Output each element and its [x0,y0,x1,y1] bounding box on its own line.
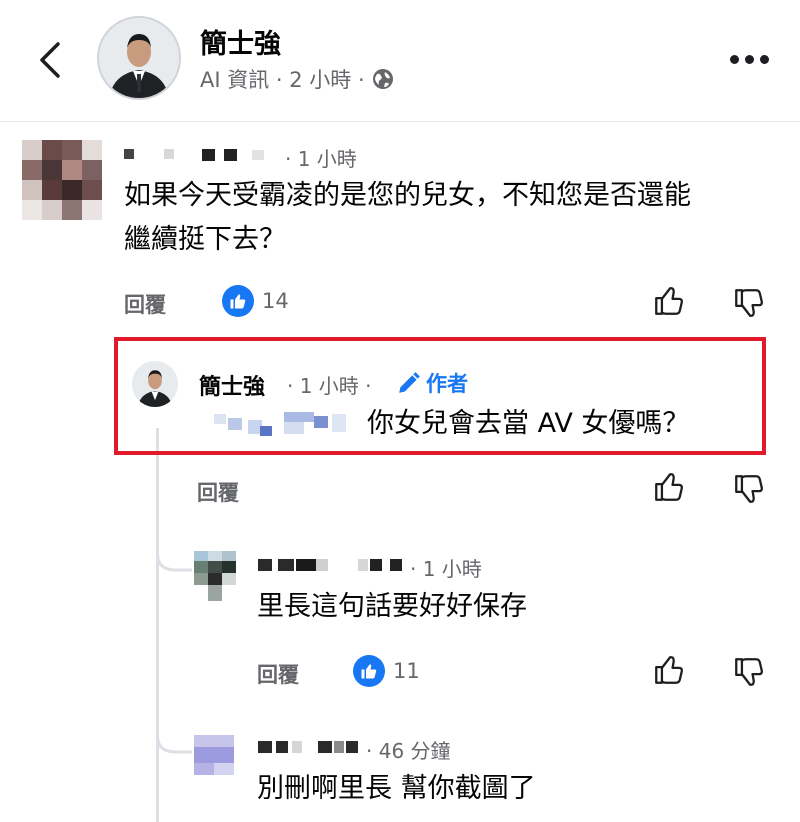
like-count: 11 [393,659,420,683]
thumbs-down-icon[interactable] [732,472,766,506]
author-avatar[interactable] [132,361,178,407]
like-count: 14 [262,289,289,313]
thumbs-up-icon[interactable] [652,470,686,504]
post-meta: AI 資訊 · 2 小時 · [200,64,395,94]
pencil-icon [399,372,420,393]
page-title[interactable]: 簡士強 [200,22,281,61]
comment-time: · 1 小時 · [287,374,372,398]
page-avatar[interactable] [97,16,181,100]
author-name[interactable]: 簡士強 [199,369,265,401]
thumbs-down-icon[interactable] [732,655,766,689]
reply-button[interactable]: 回覆 [124,289,166,319]
thumbs-down-icon[interactable] [732,286,766,320]
reply-button[interactable]: 回覆 [197,477,239,507]
comment-time: · 1 小時 [285,147,357,171]
commenter-name-redacted[interactable] [258,738,368,756]
thumbs-up-icon[interactable] [652,653,686,687]
commenter-avatar-pixelated[interactable] [194,551,236,601]
comment-text-line: 如果今天受霸凌的是您的兒女，不知您是否還能 [124,180,691,211]
person-photo [99,18,179,98]
mention-redacted[interactable] [214,408,364,438]
more-horizontal-icon [730,54,739,64]
post-meta-text: AI 資訊 · 2 小時 · [200,68,365,92]
author-badge-label: 作者 [426,372,468,396]
commenter-avatar-pixelated[interactable] [194,735,234,775]
reply-connector [156,540,192,572]
comment-text: 里長這句話要好好保存 [257,591,527,622]
more-options-button[interactable] [730,52,774,66]
chevron-left-icon [40,42,60,78]
globe-icon [372,69,393,89]
comment-time: · 46 分鐘 [366,739,451,763]
header-divider [0,121,800,122]
reply-button[interactable]: 回覆 [257,659,299,689]
commenter-name-redacted[interactable] [124,146,274,164]
commenter-avatar-pixelated[interactable] [22,140,102,220]
comment-text: 如果今天受霸凌的是您的兒女，不知您是否還能 繼續挺下去？ [124,174,784,262]
author-badge: 作者 [396,368,468,398]
reply-thread-line [156,428,159,822]
comment-time: · 1 小時 [410,557,482,581]
back-button[interactable] [30,38,70,82]
like-icon [353,655,385,687]
like-icon [222,285,254,317]
comment-text: 你女兒會去當 AV 女優嗎？ [367,408,690,439]
reply-connector [156,722,192,754]
commenter-name-redacted[interactable] [258,556,408,574]
comment-text: 別刪啊里長 幫你截圖了 [257,773,536,804]
comment-text-line: 繼續挺下去？ [124,224,286,255]
thumbs-up-icon[interactable] [652,284,686,318]
